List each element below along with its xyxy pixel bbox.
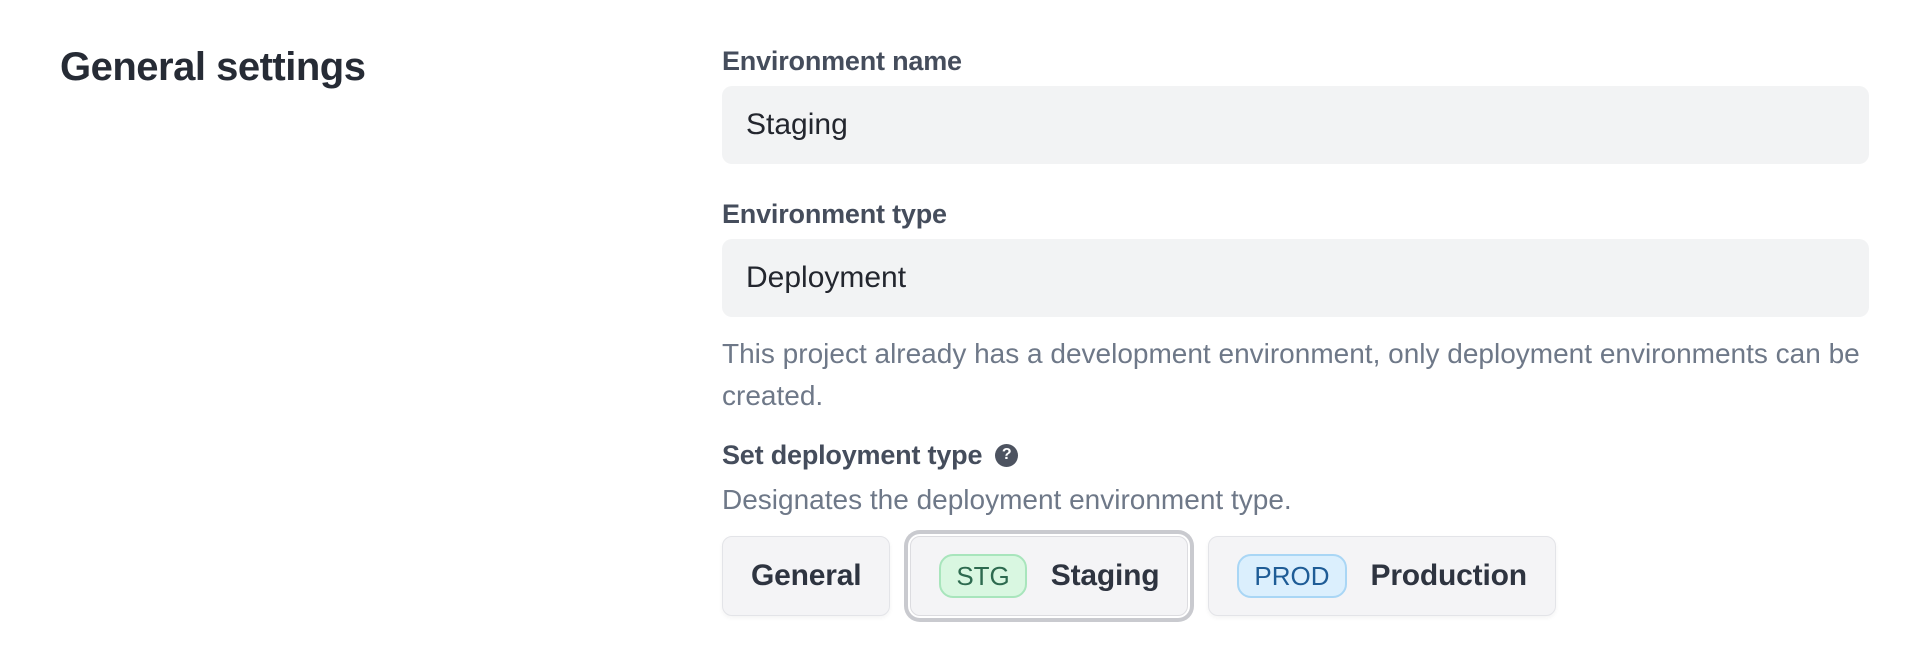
environment-name-input[interactable] bbox=[722, 86, 1869, 164]
general-settings-form: Environment name Environment type This p… bbox=[722, 47, 1869, 616]
general-button-label: General bbox=[751, 559, 861, 593]
prod-badge: PROD bbox=[1237, 554, 1346, 598]
production-button-label: Production bbox=[1371, 559, 1527, 593]
environment-type-input[interactable] bbox=[722, 239, 1869, 317]
stg-badge: STG bbox=[939, 554, 1026, 598]
deployment-type-group: Set deployment type ? Designates the dep… bbox=[722, 441, 1869, 616]
environment-name-label: Environment name bbox=[722, 47, 1869, 75]
question-icon-glyph: ? bbox=[1002, 447, 1012, 463]
deployment-type-staging-button[interactable]: STG Staging bbox=[910, 536, 1188, 616]
deployment-type-label: Set deployment type bbox=[722, 441, 982, 469]
settings-section-header: General settings bbox=[60, 47, 722, 616]
environment-type-help-text: This project already has a development e… bbox=[722, 333, 1869, 417]
environment-type-group: Environment type This project already ha… bbox=[722, 200, 1869, 417]
deployment-type-options: General STG Staging PROD Production bbox=[722, 536, 1869, 616]
question-icon[interactable]: ? bbox=[995, 444, 1018, 467]
page-title: General settings bbox=[60, 47, 722, 87]
deployment-type-general-button[interactable]: General bbox=[722, 536, 890, 616]
deployment-type-description: Designates the deployment environment ty… bbox=[722, 479, 1869, 521]
deployment-type-production-button[interactable]: PROD Production bbox=[1208, 536, 1555, 616]
environment-name-group: Environment name bbox=[722, 47, 1869, 164]
environment-type-label: Environment type bbox=[722, 200, 1869, 228]
staging-button-label: Staging bbox=[1051, 559, 1160, 593]
settings-page: General settings Environment name Enviro… bbox=[0, 0, 1916, 616]
deployment-type-label-row: Set deployment type ? bbox=[722, 441, 1869, 469]
